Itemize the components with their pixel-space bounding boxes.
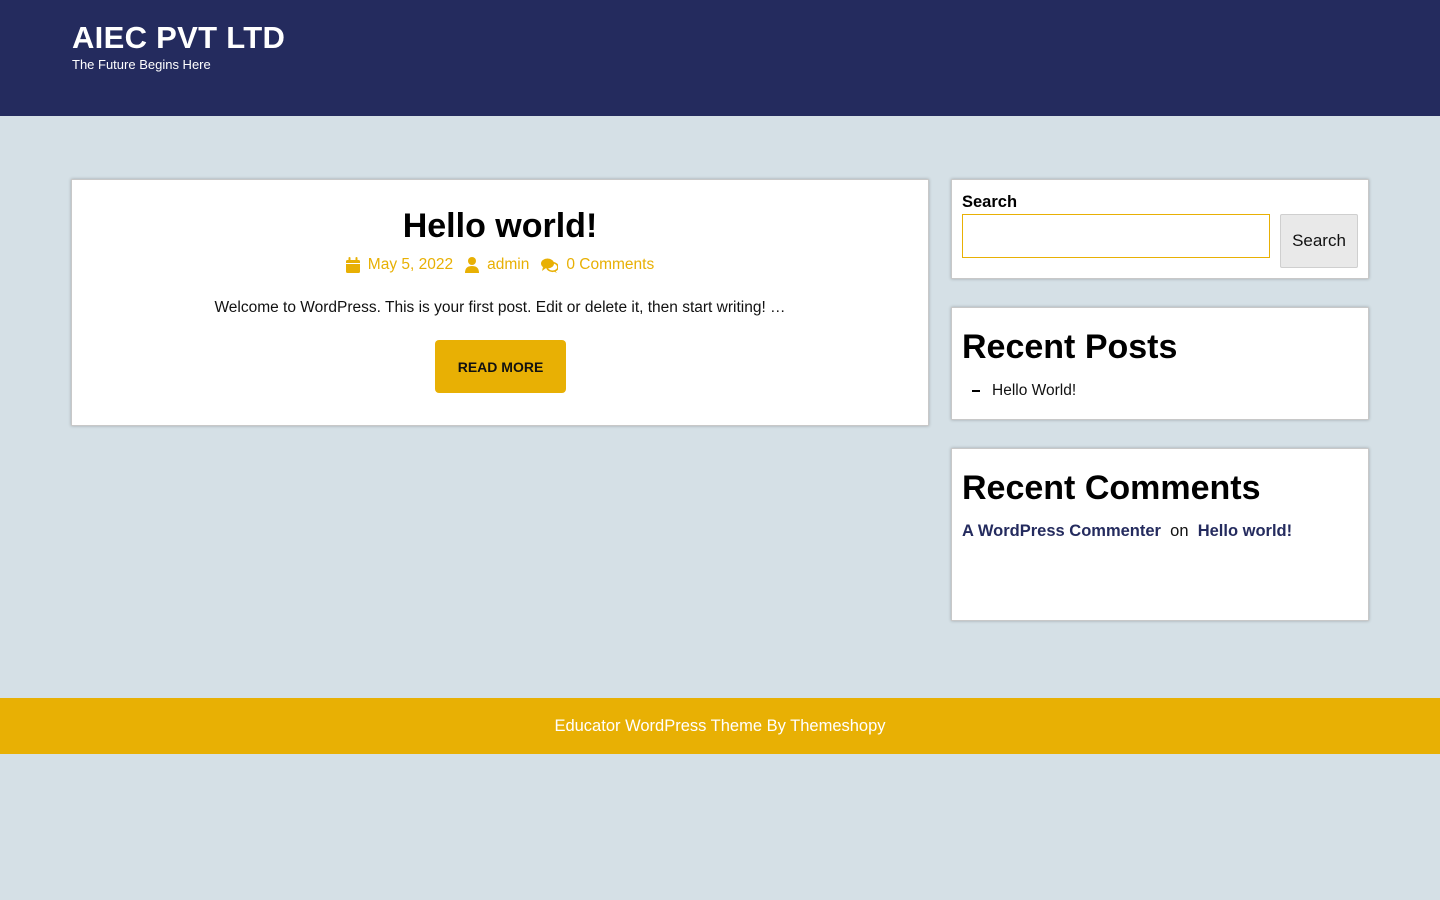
- post-meta: May 5, 2022 admin 0 Comments: [72, 255, 928, 275]
- search-label: Search: [962, 193, 1018, 211]
- site-footer: Educator WordPress Theme By Themeshopy: [0, 698, 1440, 754]
- recent-posts-title: Recent Posts: [962, 328, 1178, 366]
- recent-comments-widget: Recent Comments A WordPress Commenter on…: [951, 448, 1369, 621]
- comments-icon: [541, 258, 559, 273]
- recent-comments-title: Recent Comments: [962, 469, 1261, 507]
- recent-post-label: Hello World!: [992, 382, 1077, 399]
- post-title[interactable]: Hello world!: [72, 204, 928, 248]
- footer-credit-link[interactable]: Educator WordPress Theme By Themeshopy: [554, 717, 885, 736]
- post-date[interactable]: May 5, 2022: [345, 255, 454, 275]
- post-comments[interactable]: 0 Comments: [541, 255, 654, 275]
- comment-post-link[interactable]: Hello world!: [1198, 522, 1292, 540]
- post-excerpt: Welcome to WordPress. This is your first…: [214, 299, 786, 316]
- comment-connector: on: [1165, 522, 1194, 540]
- site-tagline: The Future Begins Here: [72, 57, 211, 72]
- search-button[interactable]: Search: [1280, 214, 1358, 268]
- site-header: AIEC PVT LTD The Future Begins Here: [0, 0, 1440, 116]
- dash-icon: [972, 390, 980, 392]
- search-input[interactable]: [962, 214, 1270, 258]
- post-author-text: admin: [487, 256, 530, 273]
- post-card: Hello world! May 5, 2022 admin 0 Comment…: [71, 179, 929, 426]
- search-widget: Search Search: [951, 179, 1369, 279]
- site-title[interactable]: AIEC PVT LTD: [72, 18, 285, 58]
- post-author[interactable]: admin: [465, 255, 529, 275]
- read-more-button[interactable]: Read More: [435, 340, 566, 393]
- user-icon: [465, 257, 480, 273]
- post-comments-text: 0 Comments: [566, 256, 655, 273]
- comment-author-link[interactable]: A WordPress Commenter: [962, 522, 1161, 540]
- recent-comment-item: A WordPress Commenter on Hello world!: [962, 520, 1292, 542]
- post-date-text: May 5, 2022: [367, 256, 454, 273]
- recent-posts-widget: Recent Posts Hello World!: [951, 307, 1369, 420]
- recent-post-item[interactable]: Hello World!: [972, 381, 1076, 401]
- calendar-icon: [345, 257, 360, 273]
